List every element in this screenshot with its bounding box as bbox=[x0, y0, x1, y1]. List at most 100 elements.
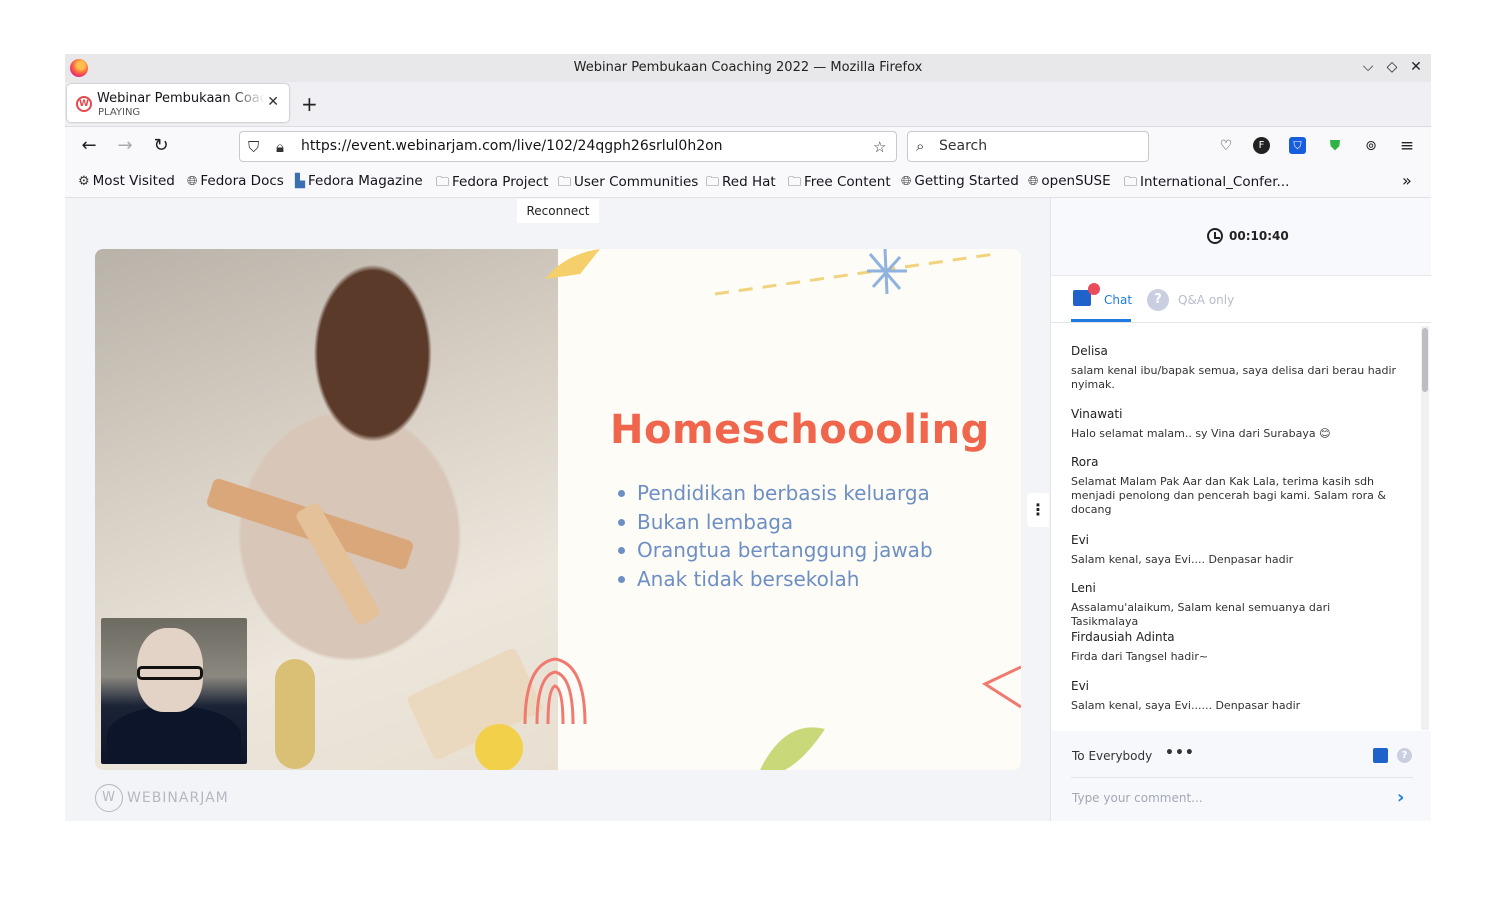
tab-qa-only[interactable]: ? Q&A only bbox=[1147, 286, 1247, 316]
shield-icon[interactable]: ⛉ bbox=[248, 138, 259, 156]
slide-bullet-list: Pendidikan berbasis keluarga Bukan lemba… bbox=[617, 479, 933, 593]
hamburger-menu-icon[interactable]: ≡ bbox=[1397, 136, 1417, 156]
chat-scrollbar[interactable] bbox=[1421, 326, 1429, 730]
bookmark-getting-started[interactable]: 🌐︎ Getting Started bbox=[901, 173, 1019, 189]
bookmark-free-content[interactable]: 🗀 Free Content bbox=[788, 173, 891, 195]
bookmark-opensuse[interactable]: 🌐︎ openSUSE bbox=[1028, 173, 1111, 189]
decorative-arches bbox=[523, 657, 587, 725]
minimize-button[interactable]: ⌵ bbox=[1359, 58, 1377, 76]
notification-dot bbox=[1088, 283, 1100, 295]
container-extension-icon[interactable]: ⊚ bbox=[1361, 136, 1381, 156]
folder-icon: 🗀 bbox=[706, 175, 720, 190]
recipient-selector[interactable]: To Everybody bbox=[1072, 749, 1152, 763]
bookmark-most-visited[interactable]: ⚙ Most Visited bbox=[78, 173, 175, 189]
title-bar: Webinar Pembukaan Coaching 2022 — Mozill… bbox=[65, 54, 1431, 82]
slide-bullet: Bukan lembaga bbox=[617, 508, 933, 537]
clock-icon bbox=[1207, 228, 1223, 244]
bookmarks-toolbar: ⚙ Most Visited 🌐︎ Fedora Docs ▙ Fedora Maga… bbox=[65, 166, 1431, 198]
slide-bullet: Anak tidak bersekolah bbox=[617, 565, 933, 594]
search-icon: ⌕ bbox=[916, 137, 925, 155]
chat-message: Firdausiah Adinta Firda dari Tangsel had… bbox=[1071, 630, 1401, 664]
bookmark-star-icon[interactable]: ☆ bbox=[873, 138, 886, 156]
chat-tabs: Chat ? Q&A only bbox=[1051, 276, 1431, 323]
presenter-webcam bbox=[101, 618, 247, 764]
folder-icon: 🗀 bbox=[558, 175, 572, 190]
chat-mode-icon[interactable] bbox=[1373, 748, 1388, 763]
send-chevron-icon[interactable]: › bbox=[1397, 787, 1404, 808]
bitwarden-icon[interactable]: ⛉ bbox=[1289, 137, 1306, 154]
search-placeholder: Search bbox=[939, 138, 988, 154]
decorative-brush-stroke bbox=[545, 249, 600, 279]
close-tab-icon[interactable]: ✕ bbox=[267, 94, 279, 110]
message-author: Rora bbox=[1071, 455, 1099, 469]
url-text[interactable]: https://event.webinarjam.com/live/102/24… bbox=[301, 138, 723, 154]
tab-playing-status: PLAYING bbox=[98, 107, 141, 118]
lock-icon[interactable]: 🔒︎ bbox=[276, 138, 284, 156]
globe-icon: 🌐︎ bbox=[187, 174, 198, 189]
forward-button[interactable]: → bbox=[114, 135, 136, 157]
presenter-glasses bbox=[137, 666, 203, 680]
bookmark-fedora-magazine[interactable]: ▙ Fedora Magazine bbox=[295, 173, 423, 189]
yellow-wooden-toy bbox=[275, 659, 315, 769]
question-mode-icon[interactable]: ? bbox=[1397, 748, 1412, 763]
reconnect-button[interactable]: Reconnect bbox=[517, 199, 599, 223]
message-author: Evi bbox=[1071, 533, 1090, 547]
bookmarks-overflow-chevron-icon[interactable]: » bbox=[1402, 171, 1412, 190]
message-text: Selamat Malam Pak Aar dan Kak Lala, teri… bbox=[1071, 475, 1386, 516]
tab-chat[interactable]: Chat bbox=[1071, 283, 1132, 322]
url-bar[interactable]: ⛉ 🔒︎ https://event.webinarjam.com/live/1… bbox=[239, 131, 897, 162]
extension-f-icon[interactable]: F bbox=[1253, 137, 1270, 154]
composer-divider bbox=[1071, 777, 1413, 778]
presenter-body bbox=[107, 706, 241, 764]
message-text: Firda dari Tangsel hadir~ bbox=[1071, 650, 1209, 663]
comment-input[interactable]: Type your comment... bbox=[1072, 791, 1203, 805]
yellow-wheel-toy bbox=[475, 724, 523, 770]
close-window-button[interactable]: ✕ bbox=[1407, 58, 1425, 76]
decorative-leaf bbox=[760, 727, 825, 770]
tab-webinar[interactable]: W Webinar Pembukaan Coaching 2022 PLAYIN… bbox=[67, 84, 289, 122]
globe-icon: 🌐︎ bbox=[901, 174, 912, 189]
maximize-button[interactable]: ◇ bbox=[1383, 58, 1401, 76]
message-author: Vinawati bbox=[1071, 407, 1123, 421]
gear-icon: ⚙ bbox=[78, 174, 90, 189]
scrollbar-thumb[interactable] bbox=[1422, 328, 1428, 392]
folder-icon: 🗀 bbox=[436, 175, 450, 190]
navigation-toolbar: ← → ↻ ⛉ 🔒︎ https://event.webinarjam.com/… bbox=[65, 126, 1431, 166]
reload-button[interactable]: ↻ bbox=[150, 135, 172, 157]
privacy-badger-shield-icon[interactable]: ⛊ bbox=[1325, 136, 1345, 156]
bookmark-fedora-project[interactable]: 🗀 Fedora Project bbox=[436, 173, 548, 195]
bookmark-fedora-docs[interactable]: 🌐︎ Fedora Docs bbox=[187, 173, 284, 189]
message-text: Assalamu'alaikum, Salam kenal semuanya d… bbox=[1071, 601, 1331, 628]
message-text: salam kenal ibu/bapak semua, saya delisa… bbox=[1071, 364, 1397, 391]
message-text: Salam kenal, saya Evi...... Denpasar had… bbox=[1071, 699, 1301, 712]
message-author: Evi bbox=[1071, 679, 1090, 693]
question-mark-icon: ? bbox=[1147, 289, 1169, 311]
new-tab-button[interactable]: + bbox=[301, 92, 318, 116]
webinarjam-w-icon: W bbox=[95, 784, 123, 812]
decorative-triangle bbox=[981, 665, 1021, 709]
chat-message: Evi Salam kenal, saya Evi.... Denpasar h… bbox=[1071, 533, 1401, 567]
webinarjam-favicon-icon: W bbox=[76, 96, 92, 112]
bookmark-red-hat[interactable]: 🗀 Red Hat bbox=[706, 173, 776, 195]
globe-icon: 🌐︎ bbox=[1028, 174, 1039, 189]
back-button[interactable]: ← bbox=[78, 135, 100, 157]
webinar-timer: 00:10:40 bbox=[1051, 198, 1431, 276]
bookmark-user-communities[interactable]: 🗀 User Communities bbox=[558, 173, 698, 195]
message-text: Halo selamat malam.. sy Vina dari Suraba… bbox=[1071, 427, 1331, 440]
bookmark-international-conference[interactable]: 🗀 International_Confer... bbox=[1124, 173, 1289, 195]
pocket-icon[interactable]: ♡ bbox=[1216, 136, 1236, 156]
tab-qa-label: Q&A only bbox=[1178, 293, 1235, 307]
message-author: Delisa bbox=[1071, 344, 1108, 358]
chat-composer: To Everybody ••• ? Type your comment... … bbox=[1051, 731, 1431, 821]
message-author: Firdausiah Adinta bbox=[1071, 630, 1175, 644]
message-author: Leni bbox=[1071, 581, 1096, 595]
more-recipients-icon[interactable]: ••• bbox=[1165, 745, 1195, 761]
more-options-icon[interactable]: ⋮ bbox=[1027, 493, 1049, 527]
tab-strip: W Webinar Pembukaan Coaching 2022 PLAYIN… bbox=[65, 82, 1431, 126]
search-bar[interactable]: ⌕ Search bbox=[907, 131, 1149, 162]
window-title: Webinar Pembukaan Coaching 2022 — Mozill… bbox=[573, 60, 923, 75]
folder-icon: 🗀 bbox=[1124, 175, 1138, 190]
browser-window: Webinar Pembukaan Coaching 2022 — Mozill… bbox=[65, 54, 1431, 821]
chat-message: Delisa salam kenal ibu/bapak semua, saya… bbox=[1071, 344, 1401, 392]
chat-message-list[interactable]: Delisa salam kenal ibu/bapak semua, saya… bbox=[1051, 324, 1431, 731]
